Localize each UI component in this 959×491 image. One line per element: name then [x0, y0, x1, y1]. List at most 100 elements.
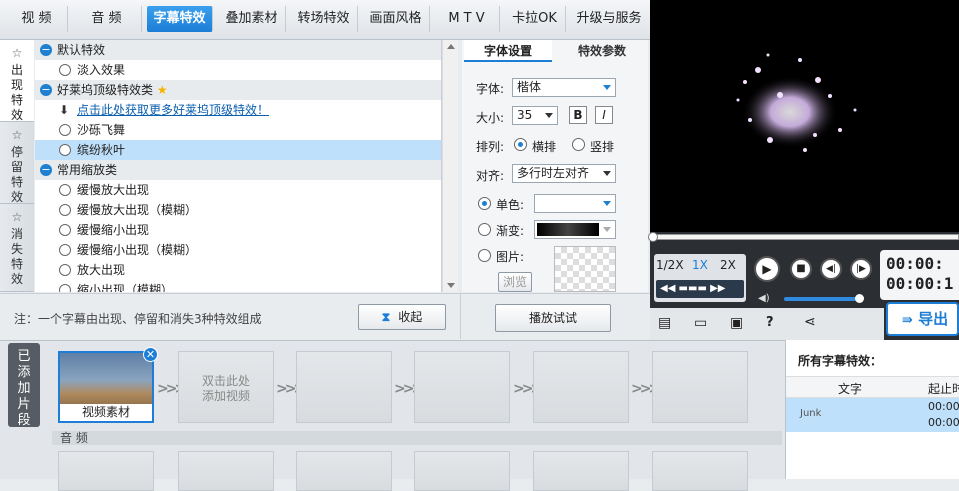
export-button[interactable]: ⇛ 导出: [886, 302, 959, 336]
effect-item[interactable]: 缓慢放大出现: [35, 180, 441, 200]
speed-2x[interactable]: 2X: [720, 258, 736, 272]
empty-slot[interactable]: [296, 351, 392, 423]
more-effects-link[interactable]: ⬇ 点击此处获取更多好莱坞顶级特效！: [35, 100, 441, 120]
size-value: 35: [517, 108, 533, 122]
font-select[interactable]: 楷体: [512, 78, 616, 97]
image-radio[interactable]: [478, 249, 491, 262]
horizontal-radio[interactable]: [514, 138, 527, 151]
chevron-down-icon: [545, 113, 553, 118]
effect-item[interactable]: 缓慢缩小出现: [35, 220, 441, 240]
effect-category[interactable]: − 好莱坞顶级特效类 ★: [35, 80, 441, 100]
audio-slot[interactable]: [414, 451, 510, 491]
effect-radio[interactable]: [59, 264, 71, 276]
collapse-icon[interactable]: −: [40, 84, 52, 96]
link-text[interactable]: 点击此处获取更多好莱坞顶级特效！: [77, 103, 269, 117]
speed-1x[interactable]: 1X: [692, 258, 708, 272]
progress-bar[interactable]: [648, 232, 959, 242]
effect-item[interactable]: 缤纷秋叶: [35, 140, 441, 160]
remove-clip-icon[interactable]: ✕: [143, 347, 158, 362]
effect-label: 缓慢放大出现（模糊）: [77, 203, 198, 217]
empty-slot[interactable]: [533, 351, 629, 423]
effect-item[interactable]: 缓慢缩小出现（模糊）: [35, 240, 441, 260]
gradient-picker[interactable]: [534, 220, 616, 239]
effect-category[interactable]: − 常用缩放类: [35, 160, 441, 180]
align-label: 对齐:: [476, 169, 505, 183]
side-tab-disappear[interactable]: ☆ 消失特效: [0, 204, 34, 292]
effect-item[interactable]: 放大出现: [35, 260, 441, 280]
collapse-icon[interactable]: −: [40, 44, 52, 56]
share-icon[interactable]: ⋖: [804, 314, 816, 330]
collapse-button[interactable]: ⧗ 收起: [358, 304, 446, 330]
help-icon[interactable]: ?: [766, 315, 774, 330]
audio-slot[interactable]: [652, 451, 748, 491]
tab-audio[interactable]: 音 频: [72, 6, 142, 32]
volume-icon[interactable]: ◀): [758, 294, 770, 304]
open-folder-icon[interactable]: ▭: [694, 315, 707, 331]
scroll-up-icon[interactable]: [447, 44, 455, 49]
note-bar: 注：一个字幕由出现、停留和消失3种特效组成 ⧗ 收起: [0, 293, 460, 339]
effect-radio[interactable]: [59, 244, 71, 256]
effect-item[interactable]: 沙砾飞舞: [35, 120, 441, 140]
collapse-label: 收起: [398, 310, 423, 324]
effect-radio[interactable]: [59, 184, 71, 196]
empty-slot[interactable]: [652, 351, 748, 423]
play-icon[interactable]: ▶: [754, 256, 780, 282]
scroll-down-icon[interactable]: [447, 283, 455, 288]
tab-overlay[interactable]: 叠加素材: [218, 6, 286, 32]
browse-button[interactable]: 浏览: [498, 272, 532, 292]
solid-color-picker[interactable]: [534, 194, 616, 213]
effect-label: 缓慢缩小出现: [77, 223, 150, 237]
list-row[interactable]: Junk 00:00 00:00: [786, 398, 959, 432]
effect-radio[interactable]: [59, 124, 71, 136]
audio-slot[interactable]: [296, 451, 392, 491]
effect-item[interactable]: 淡入效果: [35, 60, 441, 80]
volume-handle[interactable]: [855, 294, 864, 303]
effect-category[interactable]: − 默认特效: [35, 40, 441, 60]
prev-frame-icon[interactable]: ◀|: [820, 258, 842, 280]
new-icon[interactable]: ▤: [658, 315, 671, 331]
volume-slider[interactable]: [784, 294, 864, 303]
effect-radio[interactable]: [59, 204, 71, 216]
tab-karaoke[interactable]: 卡拉OK: [504, 6, 566, 32]
tab-mtv[interactable]: M T V: [434, 6, 500, 32]
tab-font-settings[interactable]: 字体设置: [464, 40, 552, 62]
audio-slot[interactable]: [533, 451, 629, 491]
stop-icon[interactable]: ■: [790, 258, 812, 280]
size-label: 大小:: [476, 111, 505, 125]
effect-radio[interactable]: [59, 224, 71, 236]
side-tab-stay[interactable]: ☆ 停留特效: [0, 122, 34, 204]
audio-slot[interactable]: [58, 451, 154, 491]
tab-style[interactable]: 画面风格: [362, 6, 430, 32]
speed-half[interactable]: 1/2X: [656, 258, 684, 272]
tab-transition[interactable]: 转场特效: [290, 6, 358, 32]
effect-radio[interactable]: [59, 284, 71, 292]
clip-thumbnail[interactable]: 视频素材 ✕: [58, 347, 158, 423]
solid-color-radio[interactable]: [478, 197, 491, 210]
tab-upgrade[interactable]: 升级与服务: [570, 6, 648, 32]
audio-slot[interactable]: [178, 451, 274, 491]
vertical-radio[interactable]: [572, 138, 585, 151]
size-select[interactable]: 35: [512, 106, 558, 125]
empty-slot[interactable]: [414, 351, 510, 423]
tab-subtitle-effects[interactable]: 字幕特效: [147, 6, 213, 32]
jog-wheel[interactable]: ◀◀ ▬▬▬ ▶▶: [656, 280, 744, 298]
font-value: 楷体: [517, 80, 542, 94]
effect-radio[interactable]: [59, 64, 71, 76]
save-icon[interactable]: ▣: [730, 315, 743, 331]
tab-effect-params[interactable]: 特效参数: [558, 40, 646, 62]
next-frame-icon[interactable]: |▶: [850, 258, 872, 280]
progress-handle[interactable]: [648, 232, 658, 242]
collapse-icon[interactable]: −: [40, 164, 52, 176]
effect-item[interactable]: 缩小出现（模糊）: [35, 280, 441, 292]
list-scrollbar[interactable]: [442, 40, 458, 292]
add-video-slot[interactable]: 双击此处 添加视频: [178, 351, 274, 423]
tab-video[interactable]: 视 频: [6, 6, 68, 32]
side-tab-appear[interactable]: ☆ 出现特效: [0, 40, 34, 122]
italic-button[interactable]: I: [595, 106, 613, 124]
gradient-radio[interactable]: [478, 223, 491, 236]
bold-button[interactable]: B: [569, 106, 587, 124]
play-test-button[interactable]: 播放试试: [495, 304, 611, 332]
align-select[interactable]: 多行时左对齐: [512, 164, 616, 183]
effect-item[interactable]: 缓慢放大出现（模糊）: [35, 200, 441, 220]
effect-radio[interactable]: [59, 144, 71, 156]
